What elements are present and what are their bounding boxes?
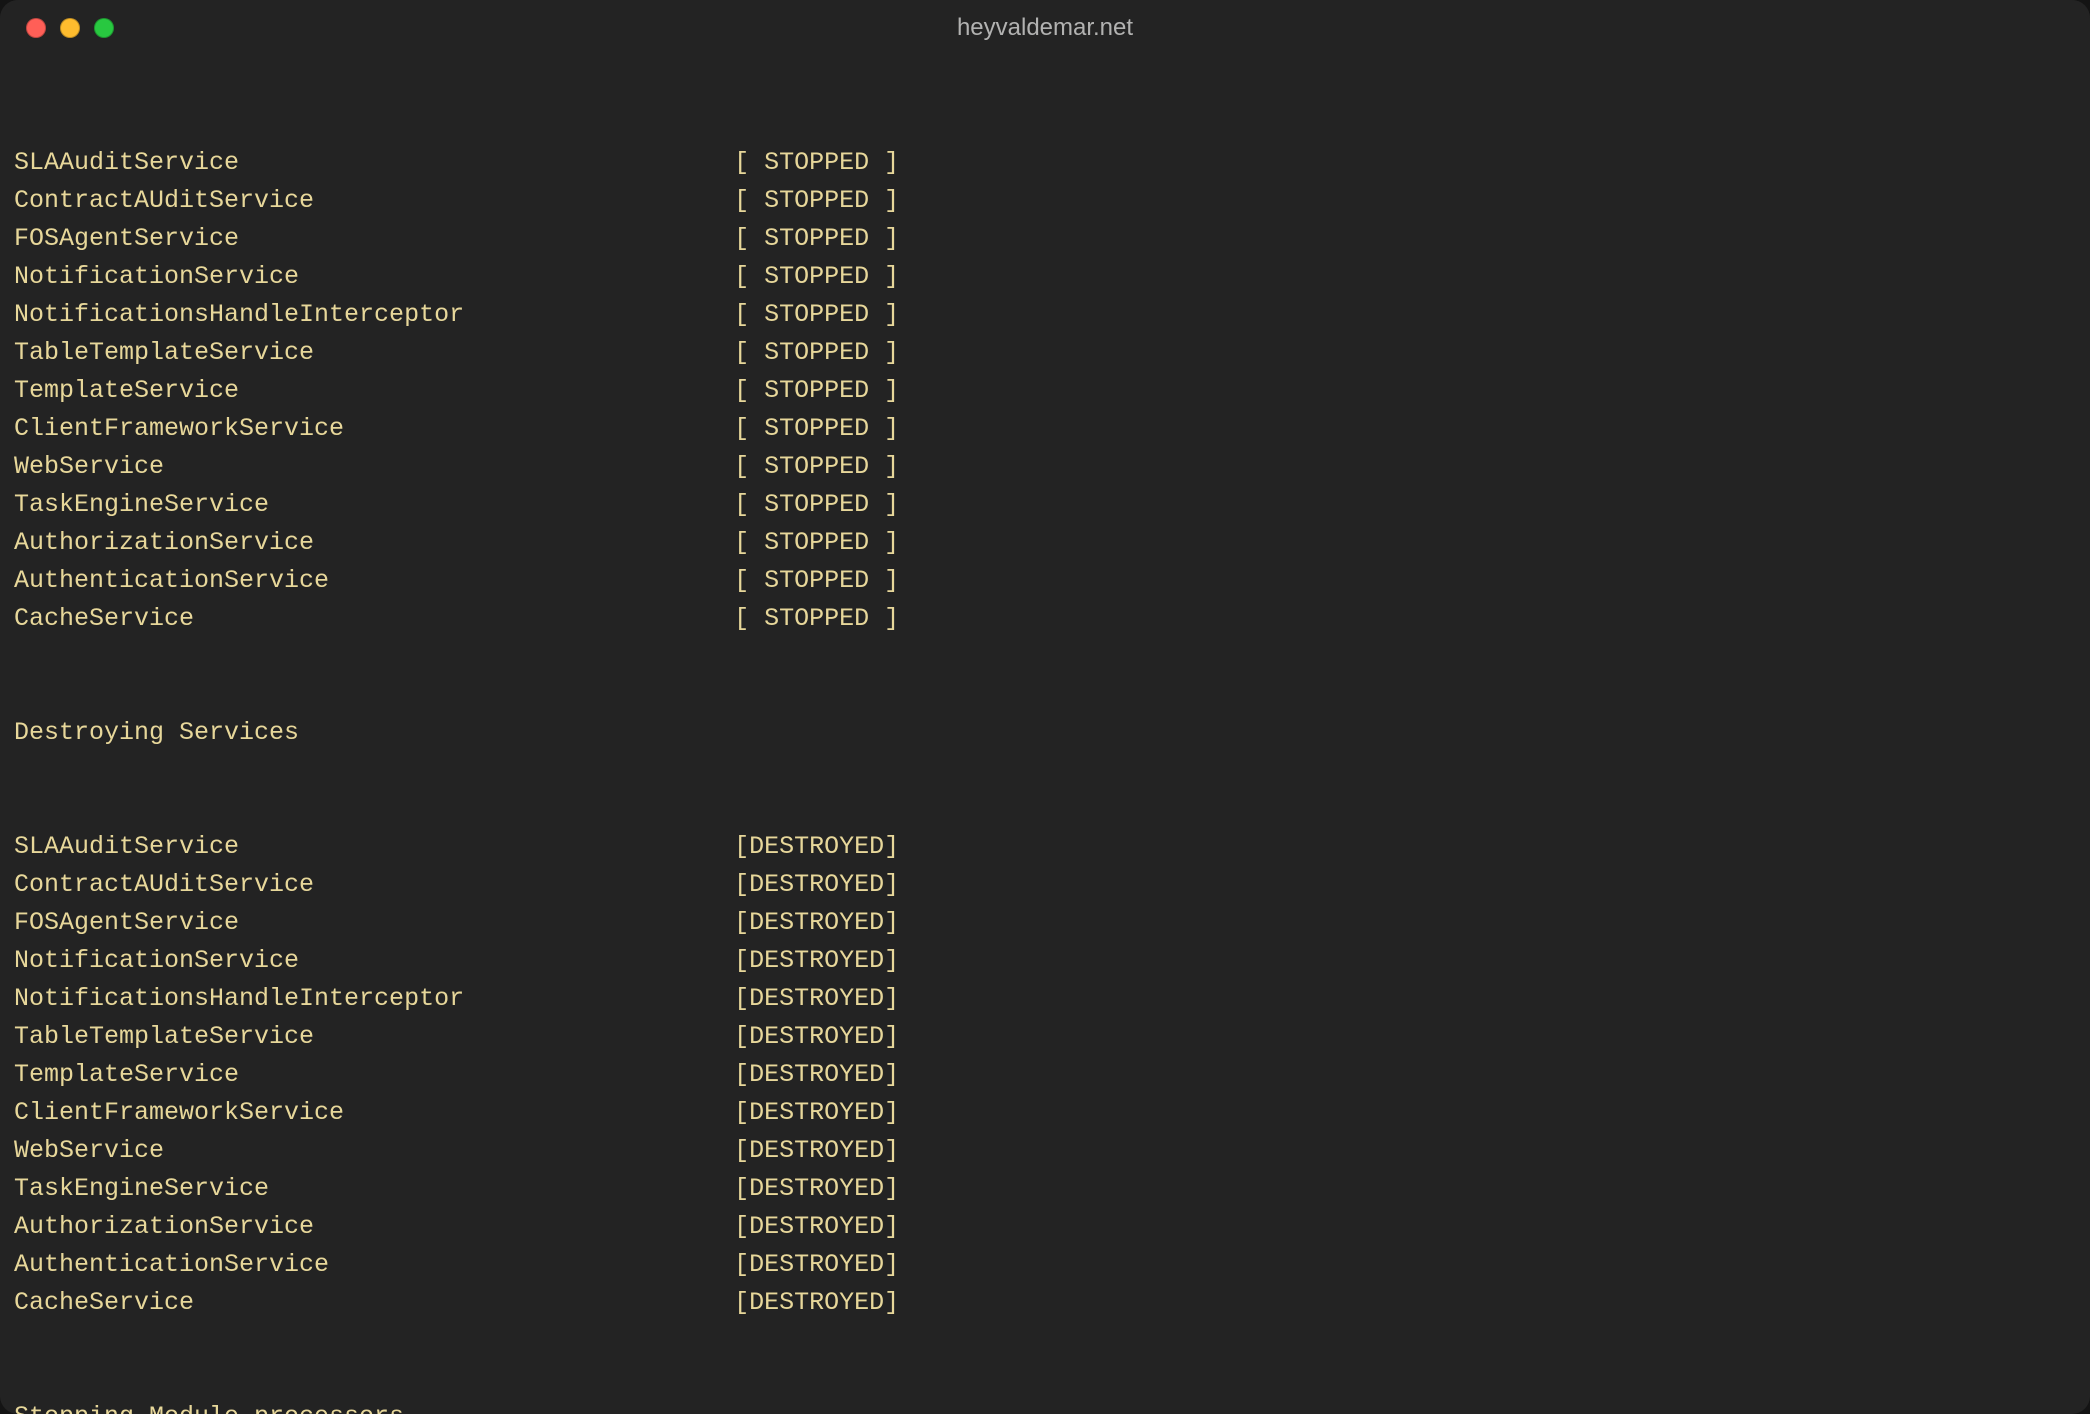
service-name: CacheService xyxy=(14,600,734,638)
status-badge: [ STOPPED ] xyxy=(734,524,899,562)
service-name: CacheService xyxy=(14,1284,734,1322)
status-badge: [ STOPPED ] xyxy=(734,486,899,524)
status-badge: [ STOPPED ] xyxy=(734,220,899,258)
terminal-window: heyvaldemar.net SLAAuditService [ STOPPE… xyxy=(0,0,2090,1414)
status-badge: [DESTROYED] xyxy=(734,1094,899,1132)
status-badge: [DESTROYED] xyxy=(734,1284,899,1322)
status-badge: [ STOPPED ] xyxy=(734,182,899,220)
section-header: Stopping Module processors xyxy=(14,1398,404,1414)
status-badge: [ STOPPED ] xyxy=(734,410,899,448)
section-header: Destroying Services xyxy=(14,714,734,752)
status-badge: [ STOPPED ] xyxy=(734,448,899,486)
service-name: TaskEngineService xyxy=(14,486,734,524)
service-name: WebService xyxy=(14,1132,734,1170)
status-badge: [DESTROYED] xyxy=(734,1208,899,1246)
status-badge: [ STOPPED ] xyxy=(734,372,899,410)
service-name: WebService xyxy=(14,448,734,486)
status-badge: [ STOPPED ] xyxy=(734,600,899,638)
service-name: AuthenticationService xyxy=(14,562,734,600)
status-badge: [ STOPPED ] xyxy=(734,334,899,372)
service-name: ContractAUditService xyxy=(14,866,734,904)
service-name: ClientFrameworkService xyxy=(14,1094,734,1132)
service-name: FOSAgentService xyxy=(14,904,734,942)
service-name: NotificationsHandleInterceptor xyxy=(14,296,734,334)
traffic-lights xyxy=(26,18,114,38)
service-name: TableTemplateService xyxy=(14,334,734,372)
status-badge: [DESTROYED] xyxy=(734,1132,899,1170)
service-name: NotificationService xyxy=(14,942,734,980)
title-bar: heyvaldemar.net xyxy=(0,0,2090,56)
service-name: FOSAgentService xyxy=(14,220,734,258)
status-badge: [ STOPPED ] xyxy=(734,144,899,182)
status-badge: [ STOPPED ] xyxy=(734,258,899,296)
service-name: AuthorizationService xyxy=(14,1208,734,1246)
service-name: AuthenticationService xyxy=(14,1246,734,1284)
service-name: AuthorizationService xyxy=(14,524,734,562)
status-badge: [ STOPPED ] xyxy=(734,296,899,334)
service-name: SLAAuditService xyxy=(14,828,734,866)
service-name: TemplateService xyxy=(14,372,734,410)
status-badge: [DESTROYED] xyxy=(734,1246,899,1284)
window-title: heyvaldemar.net xyxy=(0,14,2090,42)
minimize-icon[interactable] xyxy=(60,18,80,38)
terminal-output[interactable]: SLAAuditService [ STOPPED ]ContractAUdit… xyxy=(0,56,2090,1414)
service-name: TableTemplateService xyxy=(14,1018,734,1056)
service-name: NotificationService xyxy=(14,258,734,296)
status-badge: [DESTROYED] xyxy=(734,1018,899,1056)
service-name: NotificationsHandleInterceptor xyxy=(14,980,734,1018)
status-badge: [DESTROYED] xyxy=(734,942,899,980)
service-name: SLAAuditService xyxy=(14,144,734,182)
status-badge: [ STOPPED ] xyxy=(734,562,899,600)
status-badge: [DESTROYED] xyxy=(734,828,899,866)
service-name: TemplateService xyxy=(14,1056,734,1094)
close-icon[interactable] xyxy=(26,18,46,38)
service-name: ContractAUditService xyxy=(14,182,734,220)
status-badge: [DESTROYED] xyxy=(734,1056,899,1094)
status-badge: [DESTROYED] xyxy=(734,866,899,904)
service-name: TaskEngineService xyxy=(14,1170,734,1208)
service-name: ClientFrameworkService xyxy=(14,410,734,448)
zoom-icon[interactable] xyxy=(94,18,114,38)
status-badge: [DESTROYED] xyxy=(734,1170,899,1208)
status-badge: [DESTROYED] xyxy=(734,904,899,942)
status-badge: [DESTROYED] xyxy=(734,980,899,1018)
